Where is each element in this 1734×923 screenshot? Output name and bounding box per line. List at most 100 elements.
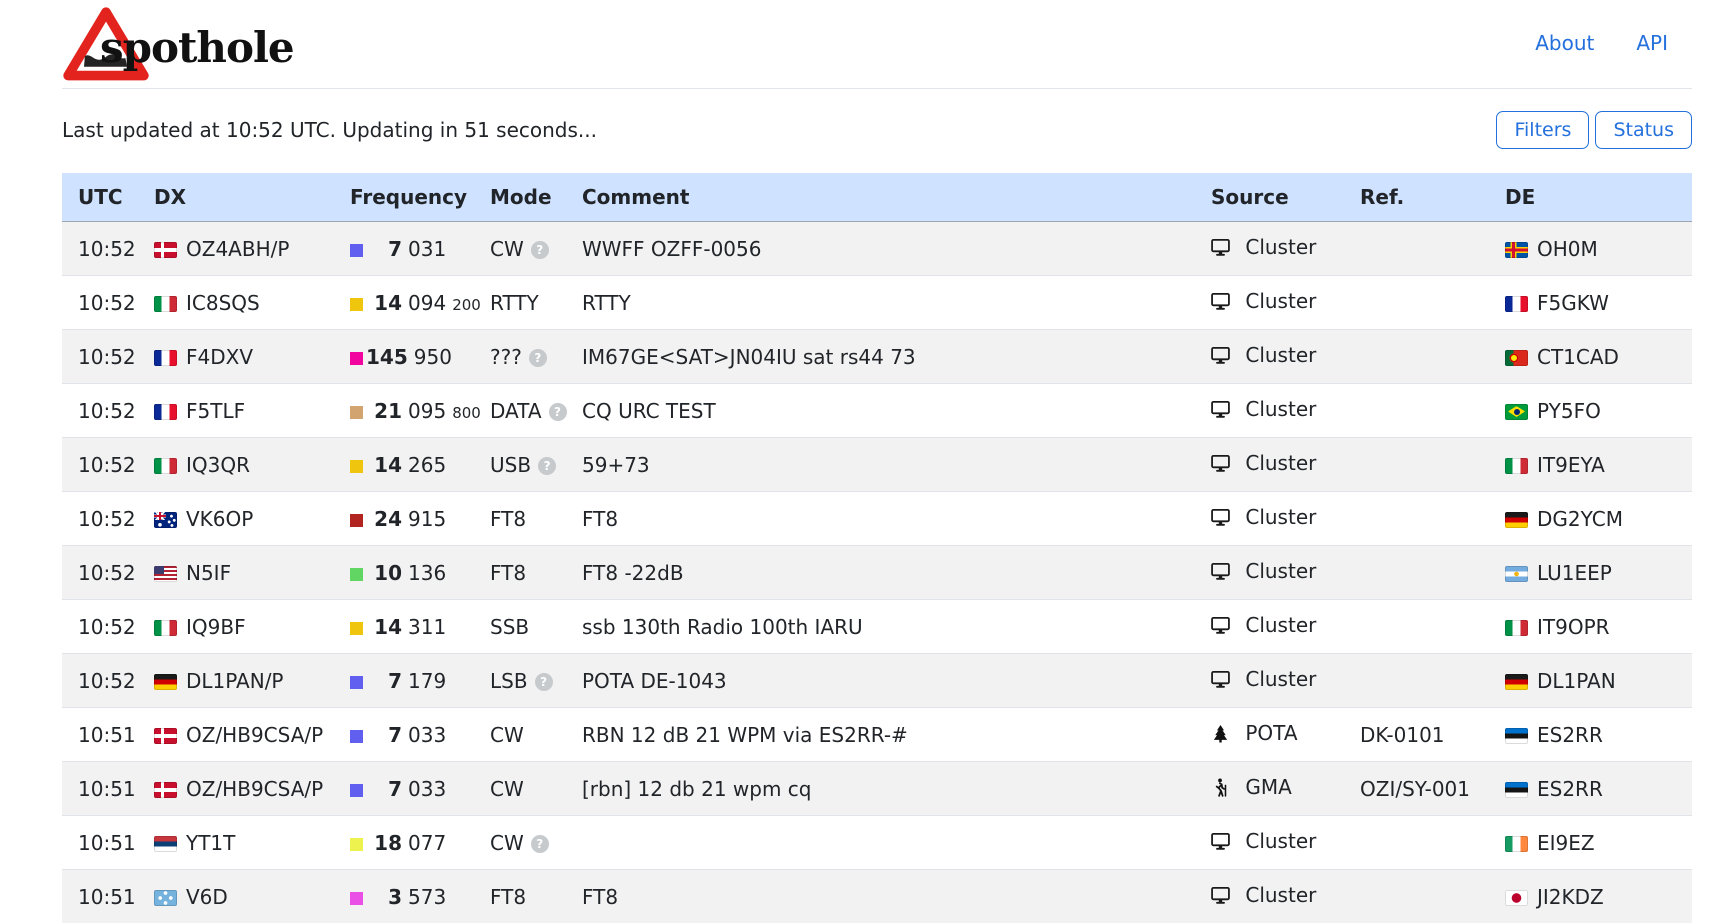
dx-callsign[interactable]: F4DXV xyxy=(186,345,253,369)
dx-callsign[interactable]: VK6OP xyxy=(186,507,253,531)
monitor-icon xyxy=(1211,832,1230,856)
dx-callsign[interactable]: OZ/HB9CSA/P xyxy=(186,723,323,747)
mode-label: FT8 xyxy=(490,561,526,585)
dx-cell: F5TLF xyxy=(146,384,342,438)
de-callsign[interactable]: DG2YCM xyxy=(1537,507,1623,531)
table-row: 10:51 YT1T 18077 CW? Cluster xyxy=(62,816,1692,870)
mode-label: ??? xyxy=(490,345,522,369)
source-label: POTA xyxy=(1245,721,1297,745)
de-callsign[interactable]: F5GKW xyxy=(1537,291,1609,315)
nav-link-api[interactable]: API xyxy=(1636,31,1668,55)
source-cell: Cluster xyxy=(1203,222,1352,276)
frequency-khz: 033 xyxy=(408,723,446,747)
mode-cell: CW xyxy=(482,708,574,762)
mode-help-icon[interactable]: ? xyxy=(538,457,556,475)
table-header-row: UTC DX Frequency Mode Comment Source Ref… xyxy=(62,173,1692,222)
de-callsign[interactable]: IT9OPR xyxy=(1537,615,1610,639)
mode-help-icon[interactable]: ? xyxy=(549,403,567,421)
frequency-cell: 145950 xyxy=(342,330,482,384)
de-cell: LU1EEP xyxy=(1497,546,1692,600)
frequency-mhz: 14 xyxy=(366,615,402,639)
mode-help-icon[interactable]: ? xyxy=(531,835,549,853)
ref-cell xyxy=(1352,600,1497,654)
de-callsign[interactable]: LU1EEP xyxy=(1537,561,1612,585)
frequency-sub: 800 xyxy=(452,404,481,422)
brand-logo[interactable]: spothole xyxy=(62,4,294,82)
ref-cell xyxy=(1352,546,1497,600)
dx-callsign[interactable]: F5TLF xyxy=(186,399,245,423)
de-callsign[interactable]: EI9EZ xyxy=(1537,831,1595,855)
source-label: Cluster xyxy=(1245,505,1316,529)
de-cell: ES2RR xyxy=(1497,708,1692,762)
frequency-khz: 265 xyxy=(408,453,446,477)
dx-callsign[interactable]: V6D xyxy=(186,885,228,909)
source-cell: Cluster xyxy=(1203,654,1352,708)
frequency-khz: 311 xyxy=(408,615,446,639)
source-label: GMA xyxy=(1245,775,1291,799)
flag-br-icon xyxy=(1505,404,1528,420)
frequency-mhz: 14 xyxy=(366,453,402,477)
page: spothole About API Last updated at 10:52… xyxy=(62,0,1692,923)
source-cell: Cluster xyxy=(1203,816,1352,870)
mode-label: DATA xyxy=(490,399,542,423)
mode-label: CW xyxy=(490,777,524,801)
ref-cell xyxy=(1352,438,1497,492)
frequency-khz: 915 xyxy=(408,507,446,531)
ref-cell xyxy=(1352,384,1497,438)
dx-callsign[interactable]: N5IF xyxy=(186,561,231,585)
dx-callsign[interactable]: OZ4ABH/P xyxy=(186,237,289,261)
header-dx: DX xyxy=(146,173,342,222)
monitor-icon xyxy=(1211,400,1230,424)
de-callsign[interactable]: ES2RR xyxy=(1537,723,1603,747)
de-callsign[interactable]: JI2KDZ xyxy=(1537,885,1604,909)
utc-cell: 10:52 xyxy=(62,384,146,438)
status-button[interactable]: Status xyxy=(1595,111,1692,149)
main-nav: About API xyxy=(1535,31,1668,55)
source-cell: Cluster xyxy=(1203,330,1352,384)
dx-callsign[interactable]: YT1T xyxy=(186,831,235,855)
mode-help-icon[interactable]: ? xyxy=(529,349,547,367)
dx-callsign[interactable]: IC8SQS xyxy=(186,291,260,315)
flag-dk-icon xyxy=(154,728,177,744)
dx-callsign[interactable]: DL1PAN/P xyxy=(186,669,284,693)
de-callsign[interactable]: IT9EYA xyxy=(1537,453,1605,477)
mode-label: CW xyxy=(490,237,524,261)
de-callsign[interactable]: OH0M xyxy=(1537,237,1598,261)
nav-link-about[interactable]: About xyxy=(1535,31,1594,55)
header-source: Source xyxy=(1203,173,1352,222)
mode-label: FT8 xyxy=(490,885,526,909)
band-color-swatch xyxy=(350,406,363,419)
monitor-icon xyxy=(1211,508,1230,532)
action-buttons: Filters Status xyxy=(1496,111,1692,149)
de-callsign[interactable]: PY5FO xyxy=(1537,399,1601,423)
mode-help-icon[interactable]: ? xyxy=(531,241,549,259)
comment-cell: CQ URC TEST xyxy=(574,384,1203,438)
comment-cell: RBN 12 dB 21 WPM via ES2RR-# xyxy=(574,708,1203,762)
de-callsign[interactable]: ES2RR xyxy=(1537,777,1603,801)
dx-callsign[interactable]: IQ9BF xyxy=(186,615,246,639)
flag-ie-icon xyxy=(1505,836,1528,852)
flag-de-icon xyxy=(1505,674,1528,690)
source-label: Cluster xyxy=(1245,883,1316,907)
monitor-icon xyxy=(1211,454,1230,478)
de-callsign[interactable]: DL1PAN xyxy=(1537,669,1616,693)
flag-ax-icon xyxy=(1505,242,1528,258)
de-cell: PY5FO xyxy=(1497,384,1692,438)
band-color-swatch xyxy=(350,298,363,311)
mode-help-icon[interactable]: ? xyxy=(535,673,553,691)
filters-button[interactable]: Filters xyxy=(1496,111,1589,149)
frequency-cell: 14265 xyxy=(342,438,482,492)
dx-callsign[interactable]: OZ/HB9CSA/P xyxy=(186,777,323,801)
ref-cell xyxy=(1352,816,1497,870)
flag-us-icon xyxy=(154,566,177,582)
dx-callsign[interactable]: IQ3QR xyxy=(186,453,250,477)
monitor-icon xyxy=(1211,292,1230,316)
status-row: Last updated at 10:52 UTC. Updating in 5… xyxy=(62,111,1692,149)
frequency-khz: 033 xyxy=(408,777,446,801)
tree-icon xyxy=(1211,724,1230,748)
dx-cell: IC8SQS xyxy=(146,276,342,330)
de-cell: OH0M xyxy=(1497,222,1692,276)
de-callsign[interactable]: CT1CAD xyxy=(1537,345,1619,369)
frequency-mhz: 7 xyxy=(366,237,402,261)
frequency-mhz: 145 xyxy=(366,345,408,369)
